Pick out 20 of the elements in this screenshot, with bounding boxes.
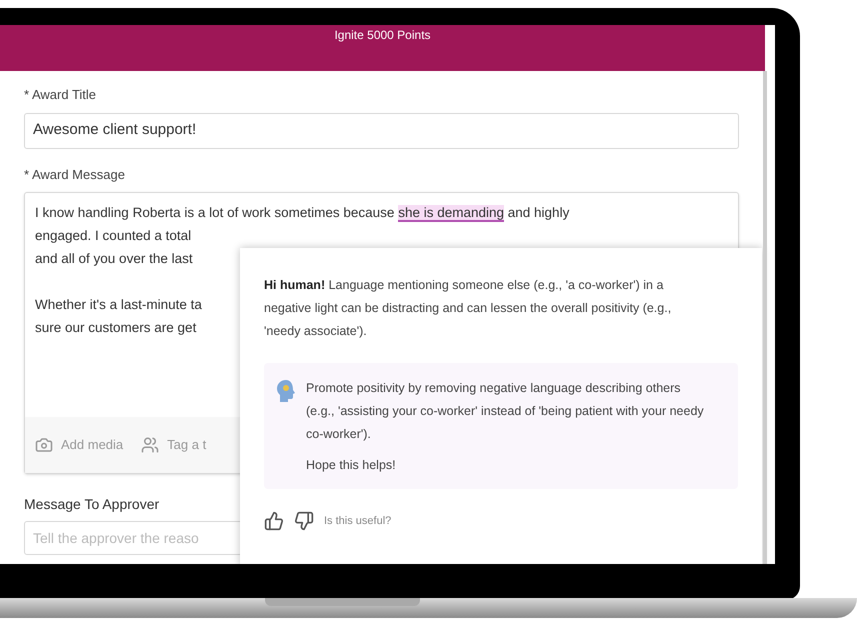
message-line: and all of you over the last [35, 250, 193, 268]
thumbs-up-button[interactable] [264, 510, 284, 531]
message-line: engaged. I counted a total [35, 227, 192, 245]
tip-text: Promote positivity by removing negative language describing others (e.g., 'assisting your co-worker' instead of 'being patient with your needy co-worker'). [306, 380, 705, 443]
message-line: I know handling Roberta is a lot of work sometimes because she is demanding and highly [35, 204, 570, 224]
people-icon [141, 436, 160, 454]
message-line: sure our customers are get [35, 319, 196, 337]
field-label: * Award Message [24, 166, 126, 184]
camera-icon [35, 436, 53, 454]
tag-button[interactable]: Tag a t [141, 435, 206, 455]
head-lightbulb-icon [276, 379, 296, 403]
message-line: Whether it's a last-minute ta [35, 296, 202, 314]
suggestion-intro: Hi human! Language mentioning someone else (e.g., 'a co-worker') in a negative light can be distracting and can lessen the overall positivity (e.g., 'needy associate'). [264, 277, 672, 340]
header-title: Ignite 5000 Points [334, 27, 431, 44]
field-label: * Award Title [24, 86, 98, 104]
thumbs-down-button[interactable] [294, 510, 314, 531]
field-label: Message To Approver [24, 495, 160, 514]
closing-text: Hope this helps! [306, 457, 397, 474]
add-media-button[interactable]: Add media [35, 435, 124, 455]
award-title-field[interactable]: Awesome client support! [24, 112, 739, 148]
